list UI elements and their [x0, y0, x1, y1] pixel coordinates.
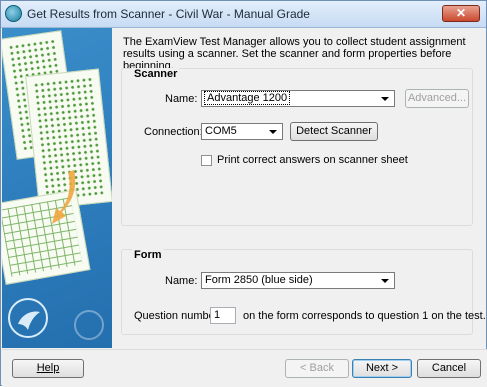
app-icon — [5, 5, 22, 22]
dialog-window: Get Results from Scanner - Civil War - M… — [0, 0, 487, 387]
scanner-group-title: Scanner — [132, 68, 180, 80]
close-icon: ✕ — [455, 6, 467, 20]
connection-select[interactable]: COM5 — [201, 123, 283, 140]
form-name-value: Form 2850 (blue side) — [205, 274, 313, 286]
print-answers-label: Print correct answers on scanner sheet — [217, 154, 408, 166]
back-button[interactable]: < Back — [285, 359, 349, 378]
connection-label: Connection: — [144, 126, 203, 138]
form-group: Form Name: Form 2850 (blue side) Questio… — [121, 249, 486, 335]
logo-icon — [74, 310, 104, 340]
side-illustration — [2, 28, 112, 348]
cancel-button[interactable]: Cancel — [417, 359, 481, 378]
form-name-select[interactable]: Form 2850 (blue side) — [201, 272, 395, 289]
scanner-name-select[interactable]: Advantage 1200 — [201, 90, 395, 107]
connection-value: COM5 — [205, 125, 237, 137]
chevron-down-icon — [381, 279, 389, 283]
form-name-label: Name: — [165, 275, 198, 287]
scanner-group: Scanner Name: Advantage 1200 Advanced...… — [121, 68, 473, 226]
logo-icon — [8, 298, 48, 338]
help-button-label: Help — [36, 362, 60, 374]
question-number-suffix: on the form corresponds to question 1 on… — [243, 310, 486, 322]
detect-scanner-button[interactable]: Detect Scanner — [290, 122, 378, 141]
arrow-icon — [52, 170, 76, 224]
form-group-title: Form — [132, 249, 164, 261]
chevron-down-icon — [381, 97, 389, 101]
scanner-name-value: Advantage 1200 — [203, 91, 291, 105]
advanced-button[interactable]: Advanced... — [405, 89, 469, 108]
chevron-down-icon — [269, 130, 277, 134]
title-bar[interactable]: Get Results from Scanner - Civil War - M… — [1, 1, 486, 28]
print-answers-checkbox[interactable] — [201, 155, 212, 166]
question-number-input[interactable]: 1 — [210, 307, 236, 324]
next-button[interactable]: Next > — [352, 359, 412, 378]
close-button[interactable]: ✕ — [442, 5, 480, 22]
question-number-label: Question number — [134, 310, 219, 322]
main-content: The ExamView Test Manager allows you to … — [113, 28, 486, 348]
intro-text: The ExamView Test Manager allows you to … — [123, 36, 466, 72]
button-bar: Help < Back Next > Cancel — [2, 349, 487, 387]
window-title: Get Results from Scanner - Civil War - M… — [27, 7, 310, 21]
scanner-name-label: Name: — [165, 93, 198, 105]
help-button[interactable]: Help — [12, 359, 84, 378]
